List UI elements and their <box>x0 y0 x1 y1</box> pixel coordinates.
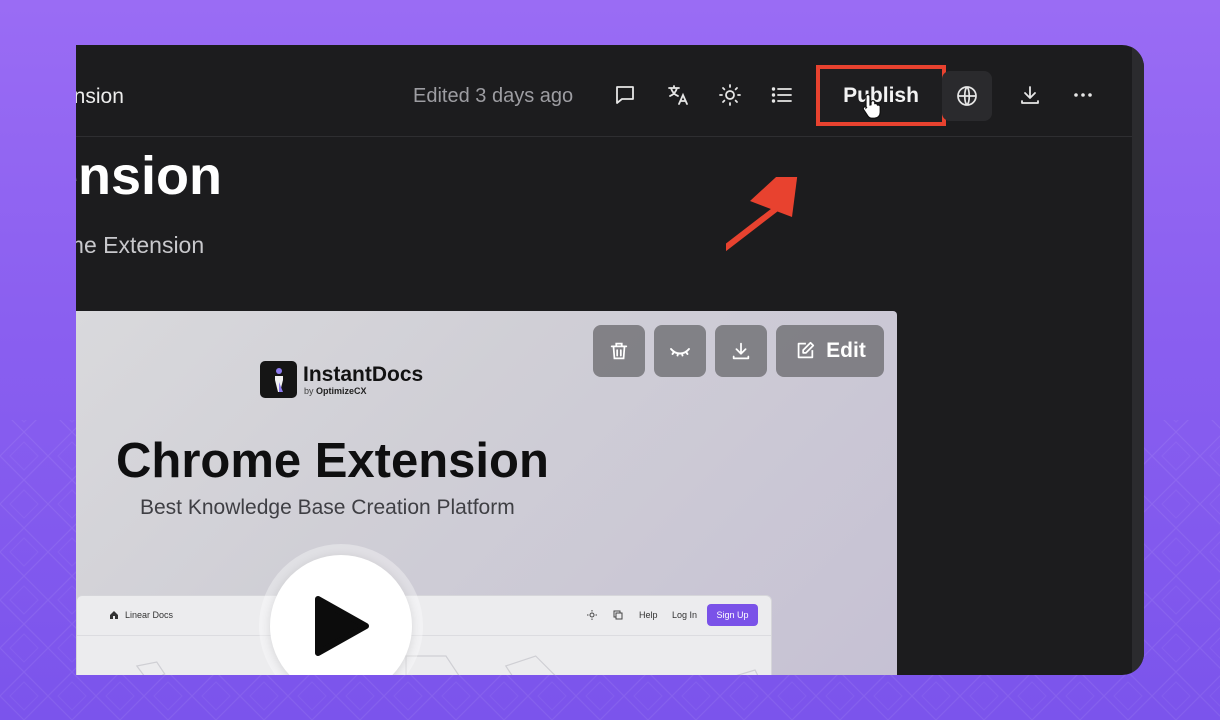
video-hero-subtitle: Best Knowledge Base Creation Platform <box>140 496 515 519</box>
video-embed[interactable]: Edit InstantDocs by OptimizeCX Chrome Ex… <box>76 311 897 675</box>
mini-site-nav: Linear Docs Help Log In Sign Up <box>77 596 771 636</box>
page-title[interactable]: ension <box>76 145 222 207</box>
globe-icon[interactable] <box>942 71 992 121</box>
pointer-cursor-icon <box>862 93 881 119</box>
download-icon[interactable] <box>1016 81 1044 109</box>
home-icon <box>110 611 118 619</box>
trash-icon[interactable] <box>593 325 645 377</box>
comment-icon[interactable] <box>611 81 639 109</box>
edit-button[interactable]: Edit <box>776 325 884 377</box>
edited-status: Edited 3 days ago <box>413 85 574 107</box>
mini-site-preview: Linear Docs Help Log In Sign Up <box>76 595 772 675</box>
video-hero-title: Chrome Extension <box>116 434 549 488</box>
scroll-rail[interactable] <box>1132 45 1144 675</box>
document-title[interactable]: ension <box>76 85 124 109</box>
mini-sun-icon <box>587 610 597 620</box>
outline-list-icon[interactable] <box>768 81 796 109</box>
logo-mark-icon <box>260 361 297 398</box>
annotation-arrow <box>726 177 798 252</box>
mini-signup-button: Sign Up <box>707 604 758 626</box>
play-icon <box>315 596 369 656</box>
instantdocs-logo: InstantDocs by OptimizeCX <box>260 361 423 398</box>
logo-name: InstantDocs <box>303 362 424 386</box>
mini-help-link: Help <box>639 610 658 620</box>
more-icon[interactable] <box>1069 81 1097 109</box>
video-download-icon[interactable] <box>715 325 767 377</box>
mini-site-illustration <box>135 655 759 675</box>
logo-byline: by OptimizeCX <box>304 385 367 396</box>
mini-copy-icon <box>613 610 623 620</box>
page-subtitle[interactable]: ome Extension <box>76 232 204 259</box>
theme-sun-icon[interactable] <box>716 81 744 109</box>
mini-site-brand: Linear Docs <box>109 610 173 620</box>
edit-label: Edit <box>826 339 866 362</box>
hide-eye-icon[interactable] <box>654 325 706 377</box>
editor-window: ension Edited 3 days ago Publish en <box>76 45 1144 675</box>
mini-login-link: Log In <box>672 610 698 620</box>
translate-icon[interactable] <box>664 81 692 109</box>
top-toolbar: ension Edited 3 days ago Publish <box>76 45 1132 137</box>
edit-pencil-icon <box>797 341 815 359</box>
